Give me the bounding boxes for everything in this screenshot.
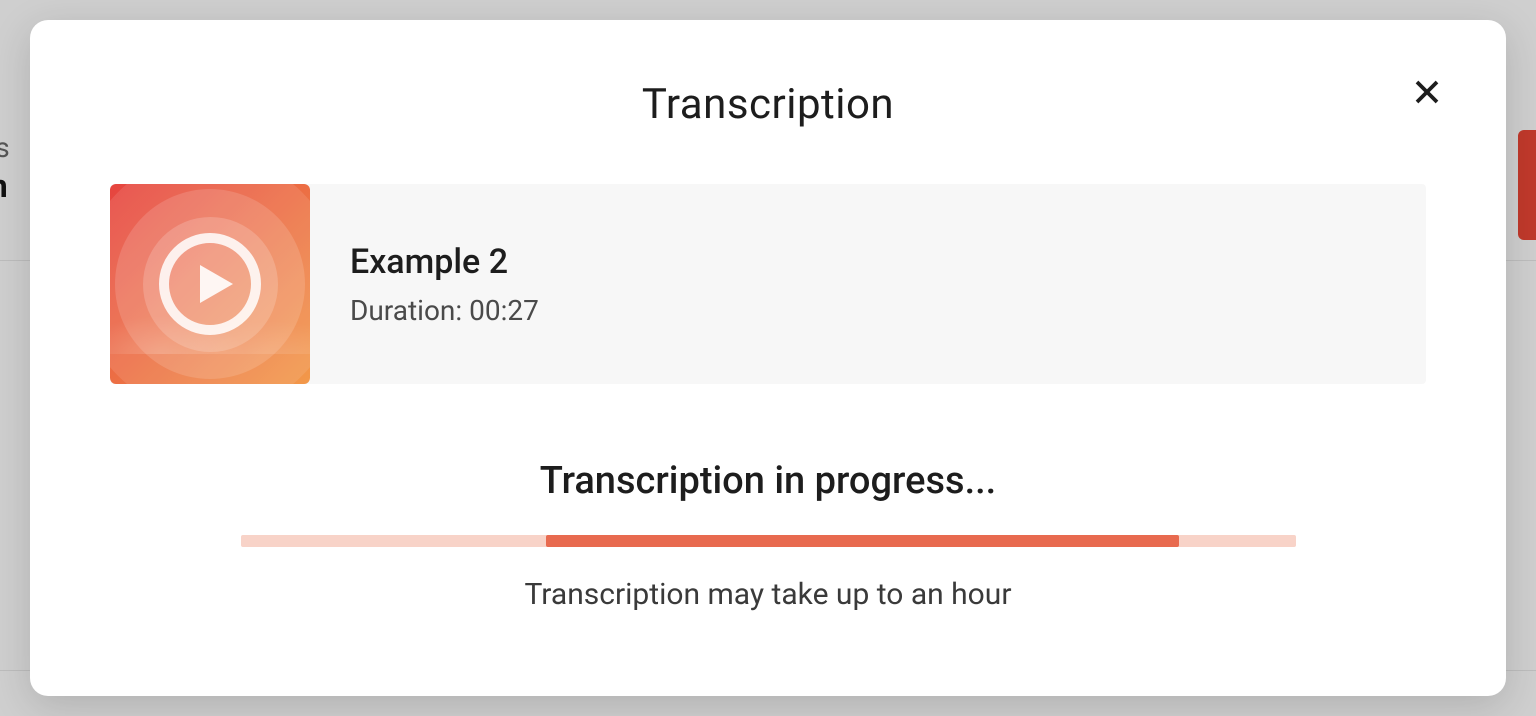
background-text-line1: as xyxy=(0,130,10,166)
play-icon xyxy=(155,229,265,339)
progress-bar-fill xyxy=(546,535,1179,547)
close-button[interactable] xyxy=(1403,68,1451,116)
background-accent-strip xyxy=(1518,130,1536,240)
media-meta: Example 2 Duration: 00:27 xyxy=(350,242,539,327)
transcription-modal: Transcription Example 2 Duration: 00:27 … xyxy=(30,20,1506,696)
background-text: as m xyxy=(0,130,10,208)
media-thumbnail xyxy=(110,184,310,384)
media-item: Example 2 Duration: 00:27 xyxy=(110,184,1426,384)
status-block: Transcription in progress... Transcripti… xyxy=(110,459,1426,612)
close-icon xyxy=(1412,77,1442,107)
status-hint: Transcription may take up to an hour xyxy=(110,577,1426,612)
background-text-line2: m xyxy=(0,166,10,208)
modal-title: Transcription xyxy=(110,80,1426,129)
media-duration: Duration: 00:27 xyxy=(350,294,539,327)
progress-bar xyxy=(241,535,1296,547)
media-title: Example 2 xyxy=(350,242,539,282)
status-title: Transcription in progress... xyxy=(110,459,1426,503)
